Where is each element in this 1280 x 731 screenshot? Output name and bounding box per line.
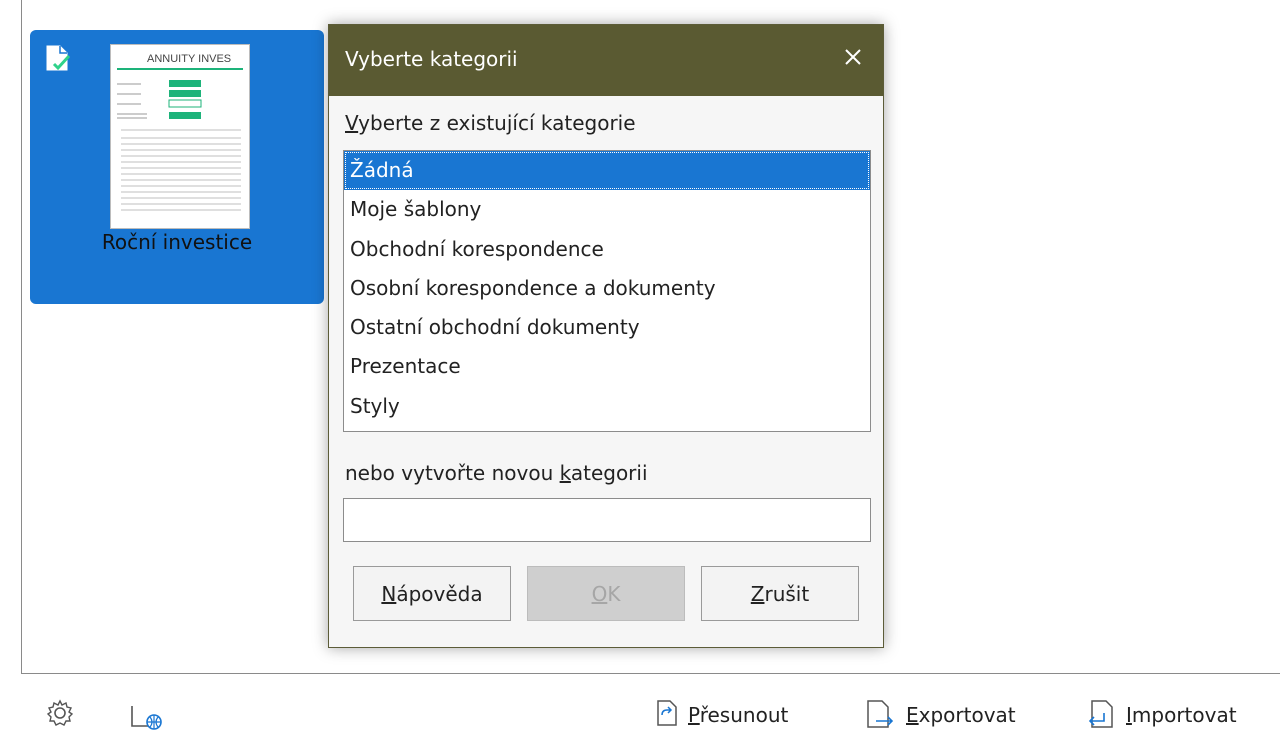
- new-category-input[interactable]: [343, 498, 871, 542]
- default-template-icon: [46, 45, 71, 71]
- category-item[interactable]: Ostatní obchodní dokumenty: [344, 308, 870, 347]
- export-icon: [867, 700, 894, 728]
- cancel-button[interactable]: Zrušit: [701, 566, 859, 621]
- close-icon[interactable]: [839, 43, 867, 71]
- category-item[interactable]: Prezentace: [344, 347, 870, 386]
- ok-button[interactable]: OK: [527, 566, 685, 621]
- browse-online-templates-icon[interactable]: [130, 702, 164, 731]
- category-item[interactable]: Moje šablony: [344, 190, 870, 229]
- thumbnail-sheet-preview: [117, 80, 241, 211]
- category-list[interactable]: Žádná Moje šablony Obchodní korespondenc…: [343, 150, 871, 432]
- dialog-title: Vyberte kategorii: [345, 47, 518, 71]
- import-icon: [1088, 700, 1113, 728]
- thumbnail-title: ANNUITY INVES: [147, 53, 232, 65]
- select-category-dialog: Vyberte kategorii Vyberte z existující k…: [328, 24, 884, 648]
- template-thumbnail: ANNUITY INVES: [110, 44, 250, 229]
- import-button[interactable]: Importovat: [1086, 700, 1237, 729]
- dialog-title-bar: Vyberte kategorii: [329, 25, 883, 96]
- new-category-label: nebo vytvořte novou kategorii: [345, 461, 648, 485]
- category-item[interactable]: Styly: [344, 387, 870, 426]
- category-item[interactable]: Osobní korespondence a dokumenty: [344, 269, 870, 308]
- export-button[interactable]: Exportovat: [866, 700, 1016, 729]
- existing-category-label: Vyberte z existující kategorie: [345, 111, 636, 135]
- category-item[interactable]: Obchodní korespondence: [344, 230, 870, 269]
- template-tile[interactable]: ANNUITY INVES Roční investice: [30, 30, 324, 304]
- move-icon: [657, 700, 677, 726]
- template-name: Roční investice: [101, 230, 253, 254]
- category-item[interactable]: Žádná: [344, 151, 870, 191]
- gear-icon[interactable]: [45, 698, 75, 728]
- help-button[interactable]: Nápověda: [353, 566, 511, 621]
- move-button[interactable]: Přesunout: [656, 700, 788, 727]
